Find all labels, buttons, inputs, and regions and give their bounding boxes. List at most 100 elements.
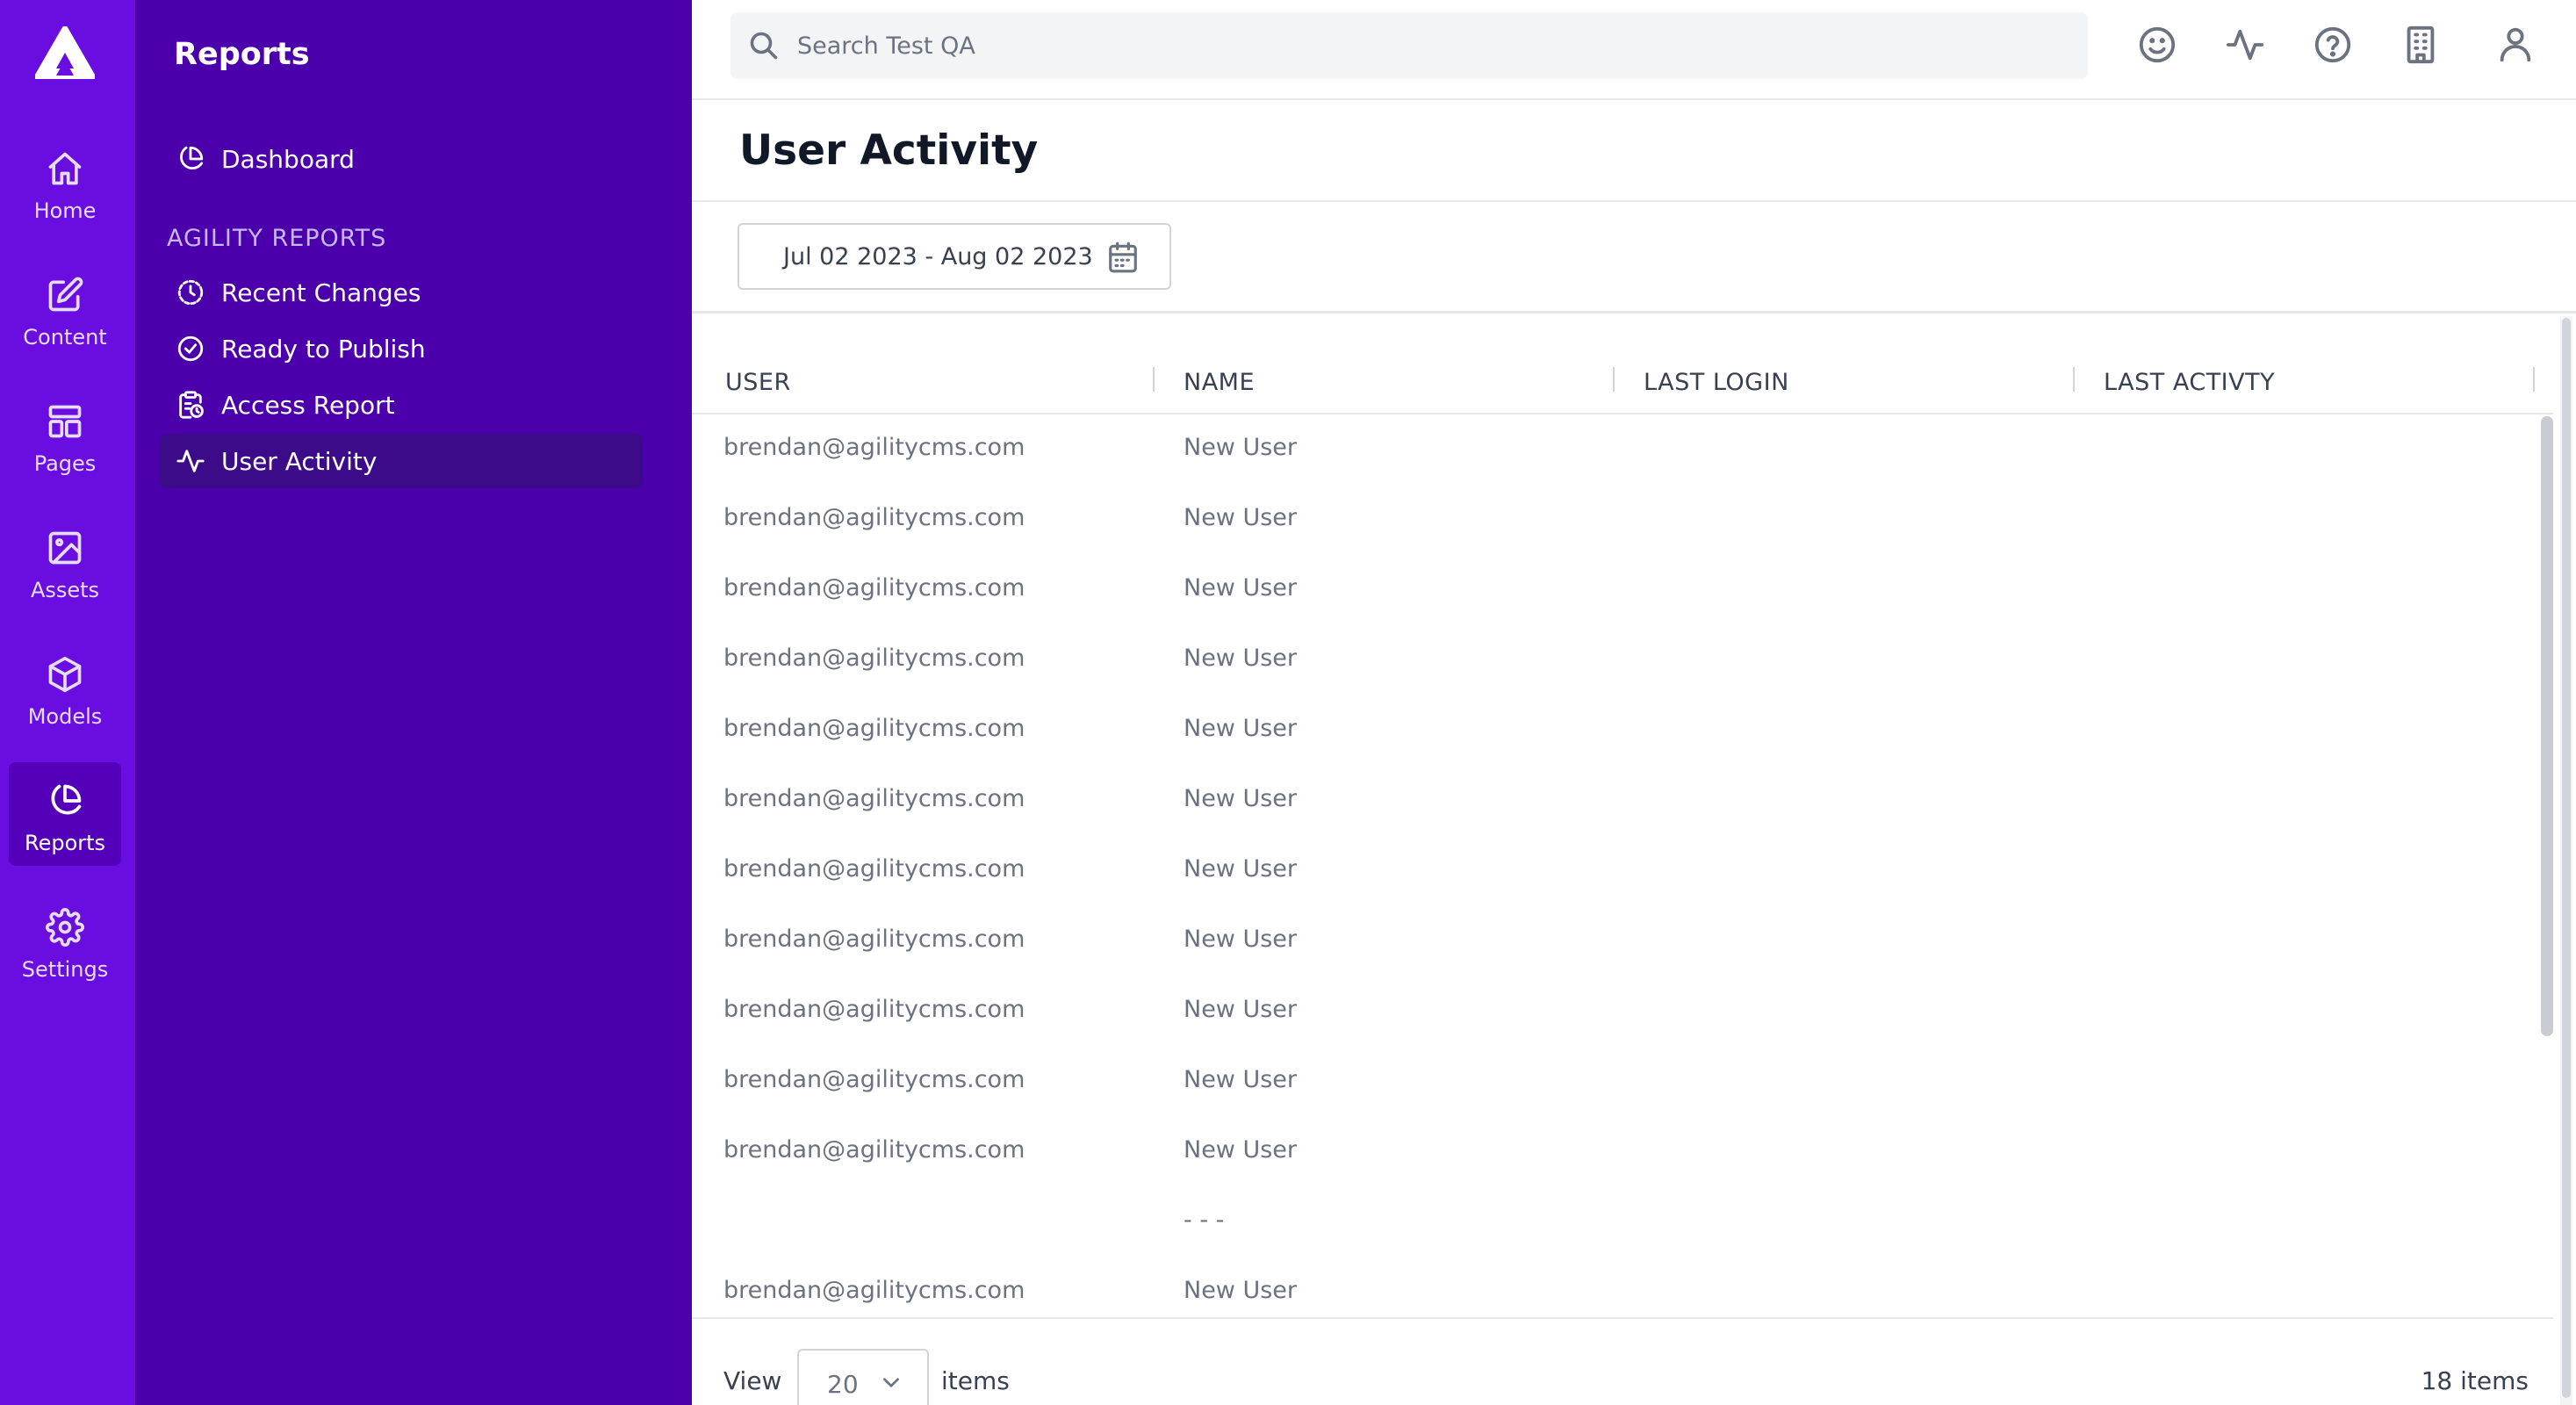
top-bar	[692, 0, 2576, 100]
column-header-name[interactable]: NAME	[1184, 369, 1255, 396]
clipboard-clock-icon	[179, 391, 204, 419]
chevron-down-icon	[883, 1378, 899, 1387]
column-resize-handle[interactable]	[2073, 367, 2075, 392]
table-row[interactable]: brendan@agilitycms.com New User	[692, 906, 2553, 976]
cell-user: brendan@agilitycms.com	[723, 504, 1025, 531]
cell-user: brendan@agilitycms.com	[723, 574, 1025, 602]
table-row[interactable]: brendan@agilitycms.com New User	[692, 976, 2553, 1047]
cell-name: New User	[1184, 1136, 1298, 1164]
rail-item-settings[interactable]: Settings	[9, 889, 121, 992]
table-row[interactable]: brendan@agilitycms.com New User	[692, 625, 2553, 695]
cell-user: brendan@agilitycms.com	[723, 1136, 1025, 1164]
table-row[interactable]: brendan@agilitycms.com New User	[692, 414, 2553, 485]
table-body: brendan@agilitycms.com New User brendan@a…	[692, 414, 2553, 1328]
table-row[interactable]: brendan@agilitycms.com New User	[692, 485, 2553, 555]
cell-user: brendan@agilitycms.com	[723, 434, 1025, 461]
cell-user: brendan@agilitycms.com	[723, 715, 1025, 742]
cell-name: New User	[1184, 996, 1298, 1023]
column-header-last-login[interactable]: LAST LOGIN	[1644, 369, 1789, 396]
table-row[interactable]: brendan@agilitycms.com New User	[692, 695, 2553, 766]
cell-name: New User	[1184, 926, 1298, 953]
cell-user: brendan@agilitycms.com	[723, 785, 1025, 812]
rail-item-models[interactable]: Models	[9, 636, 121, 739]
search-box[interactable]	[730, 12, 2088, 79]
divider	[692, 311, 2576, 313]
nav-item-label: Dashboard	[221, 144, 355, 174]
cube-icon	[48, 656, 82, 693]
nav-item-label: Access Report	[221, 390, 395, 420]
cell-name: New User	[1184, 645, 1298, 672]
activity-button[interactable]	[2225, 25, 2265, 65]
column-resize-handle[interactable]	[1153, 367, 1155, 392]
home-icon	[48, 152, 82, 185]
table-row[interactable]: brendan@agilitycms.com New User	[692, 836, 2553, 906]
agility-logo-icon[interactable]	[35, 26, 95, 79]
column-resize-handle[interactable]	[2533, 367, 2535, 392]
page-header: User Activity	[692, 100, 2576, 202]
cell-name: New User	[1184, 1277, 1298, 1304]
section-label-agility-reports: AGILITY REPORTS	[167, 225, 387, 252]
column-header-last-activity[interactable]: LAST ACTIVTY	[2104, 369, 2275, 396]
help-circle-icon	[2314, 26, 2351, 63]
nav-item-dashboard[interactable]: Dashboard	[160, 132, 643, 186]
view-label: View	[723, 1366, 782, 1395]
date-range-picker[interactable]: Jul 02 2023 - Aug 02 2023	[738, 223, 1171, 290]
user-activity-table: USER NAME LAST LOGIN LAST ACTIVTY brenda…	[692, 348, 2553, 1328]
table-scrollbar[interactable]	[2541, 416, 2553, 1036]
rail-item-pages[interactable]: Pages	[9, 383, 121, 486]
page-scrollbar-thumb[interactable]	[2562, 318, 2571, 1398]
rail-item-label: Models	[27, 704, 103, 729]
column-resize-handle[interactable]	[1613, 367, 1615, 392]
cell-name: New User	[1184, 434, 1298, 461]
page-size-value: 20	[827, 1369, 859, 1399]
rail-item-content[interactable]: Content	[9, 256, 121, 360]
search-input[interactable]	[797, 32, 2026, 60]
cell-user: brendan@agilitycms.com	[723, 1066, 1025, 1093]
rail-item-label: Reports	[24, 831, 106, 855]
nav-item-user-activity[interactable]: User Activity	[160, 434, 643, 488]
table-row[interactable]: brendan@agilitycms.com New User	[692, 555, 2553, 625]
cell-name: New User	[1184, 855, 1298, 883]
table-row[interactable]: brendan@agilitycms.com New User	[692, 1047, 2553, 1117]
nav-item-ready-to-publish[interactable]: Ready to Publish	[160, 321, 643, 376]
cell-name: New User	[1184, 1066, 1298, 1093]
nav-item-label: Ready to Publish	[221, 334, 426, 364]
nav-item-recent-changes[interactable]: Recent Changes	[160, 265, 643, 320]
cell-user: brendan@agilitycms.com	[723, 926, 1025, 953]
column-header-user[interactable]: USER	[725, 369, 791, 396]
table-footer: View 20 items 18 items	[692, 1321, 2576, 1405]
page-title: User Activity	[739, 126, 1039, 175]
subnav-title: Reports	[174, 37, 310, 72]
activity-icon	[2226, 29, 2264, 61]
nav-item-label: User Activity	[221, 446, 378, 476]
organization-button[interactable]	[2400, 25, 2441, 65]
rail-item-home[interactable]: Home	[9, 130, 121, 234]
nav-item-access-report[interactable]: Access Report	[160, 378, 643, 432]
layout-icon	[48, 405, 82, 438]
table-row[interactable]: brendan@agilitycms.com New User	[692, 1117, 2553, 1187]
pie-chart-icon	[51, 784, 82, 815]
feedback-button[interactable]	[2137, 25, 2177, 65]
date-range-label: Jul 02 2023 - Aug 02 2023	[783, 242, 1093, 270]
activity-icon	[176, 450, 205, 472]
table-row[interactable]: brendan@agilitycms.com New User	[692, 766, 2553, 836]
user-icon	[2500, 27, 2531, 62]
reports-subnav: Reports Dashboard AGILITY REPORTS Recent…	[135, 0, 692, 1405]
cell-user: brendan@agilitycms.com	[723, 996, 1025, 1023]
rail-item-label: Pages	[33, 451, 97, 476]
rail-item-label: Home	[33, 198, 97, 223]
nav-item-label: Recent Changes	[221, 277, 421, 307]
table-header: USER NAME LAST LOGIN LAST ACTIVTY	[692, 348, 2553, 414]
help-button[interactable]	[2313, 25, 2353, 65]
profile-button[interactable]	[2495, 25, 2536, 65]
rail-item-label: Content	[23, 325, 107, 349]
cell-user: brendan@agilitycms.com	[723, 855, 1025, 883]
table-row[interactable]: - - -	[692, 1187, 2553, 1257]
cell-name: New User	[1184, 785, 1298, 812]
rail-item-reports[interactable]: Reports	[9, 762, 121, 866]
cell-name: New User	[1184, 574, 1298, 602]
rail-item-assets[interactable]: Assets	[9, 509, 121, 613]
main-area: User Activity Jul 02 2023 - Aug 02 2023 …	[692, 0, 2576, 1405]
page-size-select[interactable]: 20	[797, 1349, 929, 1405]
rail-item-label: Assets	[30, 578, 100, 602]
